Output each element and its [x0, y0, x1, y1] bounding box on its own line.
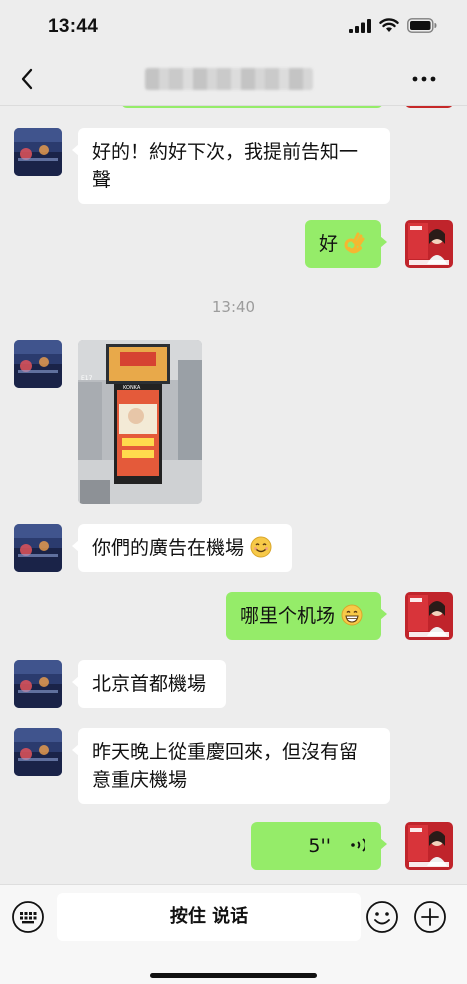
emoji-icon [366, 901, 398, 933]
more-functions-button[interactable] [413, 900, 447, 934]
time-divider: 13:40 [211, 298, 256, 316]
ok-hand-emoji-icon [344, 232, 365, 254]
image-text: E17 [81, 375, 93, 382]
message-bubble-received[interactable]: 好的！約好下次，我提前告知一 聲 [72, 128, 390, 204]
message-text: 哪里个机场 [240, 605, 336, 627]
back-button[interactable] [14, 64, 44, 94]
signal-icon [349, 18, 371, 33]
image-message[interactable]: KONKA E17 [78, 340, 202, 504]
message-bubble-sent[interactable]: 哪里个机场 [226, 592, 387, 640]
partial-message-bubble [121, 106, 383, 108]
smile-emoji-icon [250, 536, 272, 558]
more-dots-icon [412, 76, 436, 82]
input-bar: 按住 说话 [0, 884, 467, 984]
status-icons [349, 18, 437, 33]
message-bubble-received[interactable]: 昨天晚上從重慶回來，但沒有留 意重庆機場 [72, 728, 390, 804]
message-bubble-received[interactable]: 北京首都機場 [72, 660, 226, 708]
status-bar: 13:44 [0, 0, 467, 52]
voice-duration: 5'' [308, 835, 331, 857]
my-avatar[interactable] [405, 822, 453, 870]
status-time: 13:44 [48, 16, 99, 37]
contact-avatar[interactable] [14, 524, 62, 572]
more-button[interactable] [409, 66, 439, 92]
chevron-left-icon [21, 68, 33, 90]
keyboard-icon [12, 901, 44, 933]
partial-avatar [405, 106, 453, 108]
message-text: 意重庆機場 [92, 769, 188, 791]
message-text: 聲 [92, 169, 112, 191]
chat-message-list[interactable]: 好的！約好下次，我提前告知一 聲 好 13:40 KONKA E17 你們的廣告… [0, 106, 467, 884]
battery-icon [407, 18, 437, 33]
grin-emoji-icon [341, 604, 363, 626]
message-bubble-received[interactable]: 你們的廣告在機場 [72, 524, 292, 572]
chat-title-blurred [145, 68, 313, 90]
contact-avatar[interactable] [14, 660, 62, 708]
contact-avatar[interactable] [14, 728, 62, 776]
voice-message-bubble[interactable]: 5'' [251, 822, 387, 870]
message-text: 昨天晚上從重慶回來，但沒有留 [92, 741, 359, 763]
keyboard-button[interactable] [11, 900, 45, 934]
wifi-icon [379, 18, 399, 32]
image-text: KONKA [123, 385, 141, 391]
my-avatar[interactable] [405, 220, 453, 268]
message-text: 北京首都機場 [92, 673, 207, 695]
message-text: 好的！約好下次，我提前告知一 [92, 141, 359, 163]
my-avatar[interactable] [405, 592, 453, 640]
message-text: 好 [319, 233, 339, 255]
message-text: 你們的廣告在機場 [92, 537, 245, 559]
plus-icon [414, 901, 446, 933]
home-indicator [150, 973, 317, 978]
contact-avatar[interactable] [14, 340, 62, 388]
emoji-button[interactable] [365, 900, 399, 934]
voice-wave-icon [351, 838, 367, 852]
hold-to-talk-button[interactable]: 按住 说话 [57, 893, 361, 941]
contact-avatar[interactable] [14, 128, 62, 176]
message-bubble-sent[interactable]: 好 [305, 220, 387, 268]
chat-header [0, 52, 467, 106]
